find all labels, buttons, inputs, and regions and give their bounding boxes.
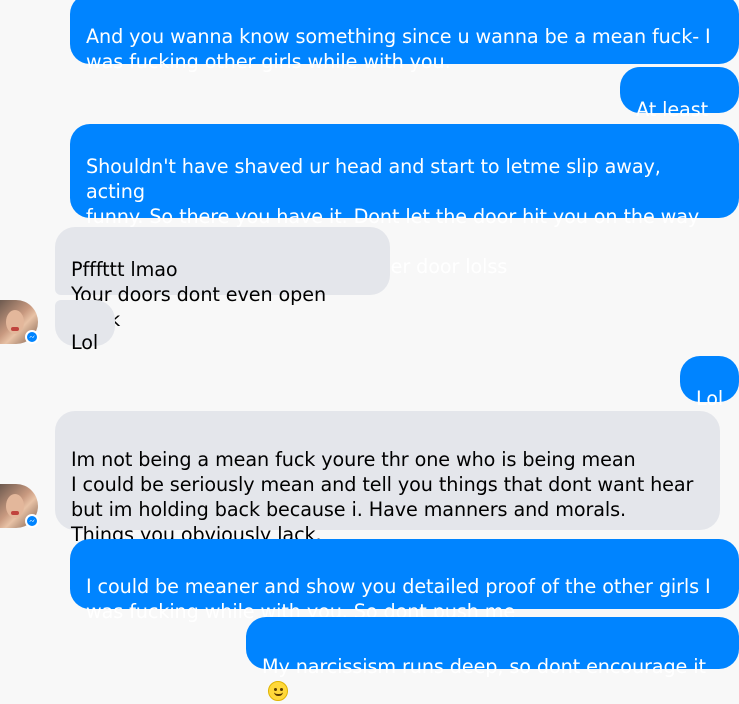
message-bubble-received[interactable]: Im not being a mean fuck youre thr one w… [55,411,720,546]
messenger-badge-icon [25,514,39,528]
messenger-badge-icon [25,330,39,344]
message-bubble-sent[interactable]: Shouldn't have shaved ur head and start … [70,124,739,278]
message-text: Im not being a mean fuck youre thr one w… [71,448,694,546]
message-bubble-sent[interactable]: My narcissism runs deep, so dont encoura… [246,617,739,701]
message-bubble-sent[interactable]: I could be meaner and show you detailed … [70,539,739,623]
message-text: My narcissism runs deep, so dont encoura… [262,655,706,678]
message-bubble-sent[interactable]: Lol [680,356,739,410]
message-bubble-received[interactable]: Pfffttt lmao Your doors dont even open f… [55,227,390,331]
message-text: I could be meaner and show you detailed … [86,575,711,623]
avatar-mouth [11,511,19,515]
message-bubble-received[interactable]: Lol [55,300,115,354]
contact-avatar[interactable] [0,300,39,344]
message-text: And you wanna know something since u wan… [86,25,711,73]
slightly-smiling-face-icon [268,681,288,701]
message-bubble-sent[interactable]: And you wanna know something since u wan… [70,0,739,73]
contact-avatar[interactable] [0,484,39,528]
message-text: Lol [71,331,99,354]
message-bubble-sent[interactable]: At least 5 [620,67,739,146]
avatar-mouth [11,327,19,331]
message-text: Lol [696,387,724,410]
